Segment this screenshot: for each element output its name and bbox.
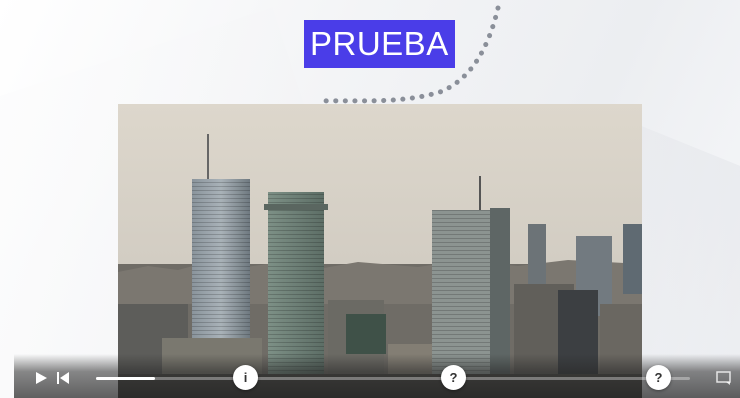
question-marker[interactable]: ?	[646, 365, 671, 390]
slide-background: PRUEBA i ? ?	[0, 0, 740, 398]
captions-icon	[716, 371, 731, 385]
play-icon	[36, 372, 47, 384]
question-marker[interactable]: ?	[441, 365, 466, 390]
progress-track[interactable]	[96, 377, 690, 380]
slide-title: PRUEBA	[304, 20, 455, 68]
skip-to-start-icon	[57, 372, 69, 384]
play-button[interactable]	[34, 371, 48, 385]
restart-button[interactable]	[56, 371, 70, 385]
info-marker[interactable]: i	[233, 365, 258, 390]
player-controls: i ? ?	[14, 354, 740, 398]
progress-fill	[96, 377, 156, 380]
captions-button[interactable]	[716, 371, 732, 385]
